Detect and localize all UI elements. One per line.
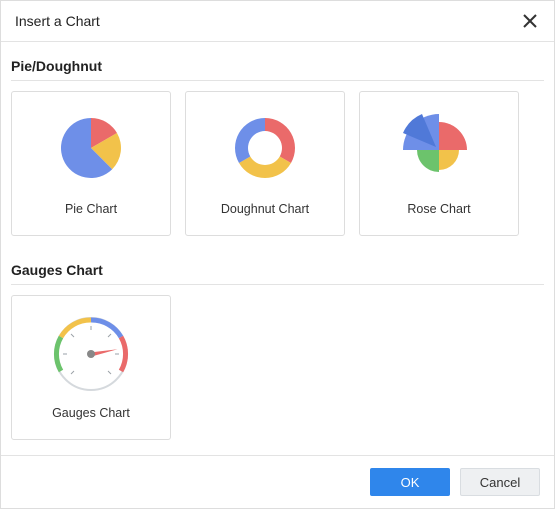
section-grid: Pie Chart Doughnut Chart <box>11 91 544 236</box>
close-icon <box>523 14 537 28</box>
section-title-pie: Pie/Doughnut <box>11 50 544 80</box>
gauge-chart-icon <box>41 306 141 398</box>
close-button[interactable] <box>520 11 540 31</box>
doughnut-chart-icon <box>215 102 315 194</box>
section-rule <box>11 284 544 285</box>
pie-chart-icon <box>41 102 141 194</box>
dialog-footer: OK Cancel <box>1 455 554 508</box>
chart-option-doughnut[interactable]: Doughnut Chart <box>185 91 345 236</box>
dialog-title: Insert a Chart <box>15 13 100 29</box>
section-title-gauges: Gauges Chart <box>11 254 544 284</box>
chart-option-label: Doughnut Chart <box>221 202 309 216</box>
titlebar: Insert a Chart <box>1 1 554 41</box>
section-grid: Gauges Chart <box>11 295 544 440</box>
chart-option-gauge[interactable]: Gauges Chart <box>11 295 171 440</box>
section-gauges: Gauges Chart <box>11 254 544 440</box>
section-pie-doughnut: Pie/Doughnut Pie Chart <box>11 50 544 236</box>
cancel-button[interactable]: Cancel <box>460 468 540 496</box>
insert-chart-dialog: Insert a Chart Pie/Doughnut <box>0 0 555 509</box>
chart-option-label: Pie Chart <box>65 202 117 216</box>
chart-option-pie[interactable]: Pie Chart <box>11 91 171 236</box>
chart-option-rose[interactable]: Rose Chart <box>359 91 519 236</box>
section-rule <box>11 80 544 81</box>
chart-type-list[interactable]: Pie/Doughnut Pie Chart <box>1 42 554 455</box>
chart-option-label: Gauges Chart <box>52 406 130 420</box>
rose-chart-icon <box>389 102 489 194</box>
ok-button[interactable]: OK <box>370 468 450 496</box>
chart-option-label: Rose Chart <box>407 202 470 216</box>
